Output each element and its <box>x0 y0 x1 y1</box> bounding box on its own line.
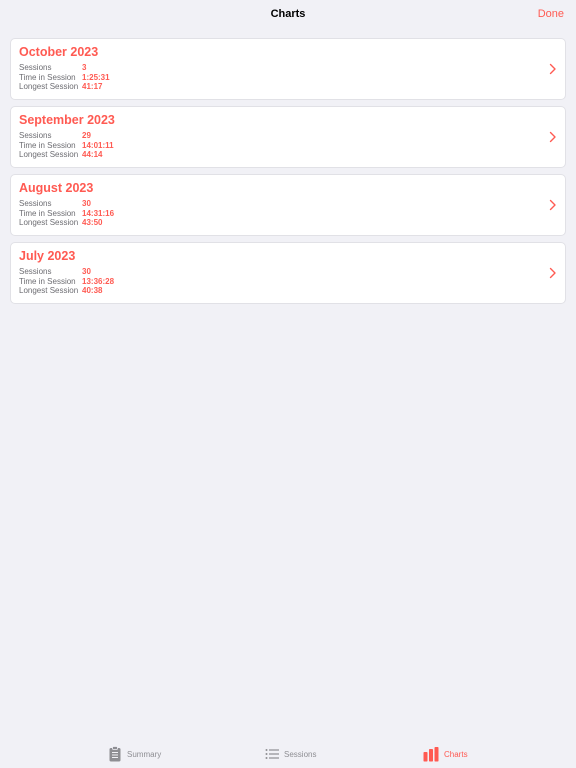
chevron-right-icon <box>549 63 556 75</box>
stat-label: Time in Session <box>19 72 76 82</box>
stat-row-time-in-session: Time in Session 14:31:16 <box>19 209 114 219</box>
stat-value: 43:50 <box>82 218 103 228</box>
stat-row-time-in-session: Time in Session 14:01:11 <box>19 141 114 151</box>
tab-label: Summary <box>127 749 162 759</box>
bar-chart-icon <box>423 747 439 762</box>
tab-label: Sessions <box>284 749 317 759</box>
stat-label: Sessions <box>19 267 52 276</box>
stat-row-sessions: Sessions 29 <box>19 131 114 141</box>
stat-value: 14:31:16 <box>82 208 115 218</box>
stat-row-sessions: Sessions 3 <box>19 63 110 73</box>
stat-label: Sessions <box>19 63 52 72</box>
month-stats: Sessions 3 Time in Session 1:25:31 Longe… <box>19 63 110 92</box>
stat-label: Time in Session <box>19 140 76 150</box>
month-title: September 2023 <box>19 113 115 127</box>
stat-value: 40:38 <box>82 286 103 296</box>
stat-row-sessions: Sessions 30 <box>19 267 114 277</box>
stat-row-sessions: Sessions 30 <box>19 199 114 209</box>
stat-row-longest-session: Longest Session 40:38 <box>19 286 114 296</box>
chevron-right-icon <box>549 267 556 279</box>
done-button[interactable]: Done <box>538 8 564 20</box>
month-card-october-2023[interactable]: October 2023 Sessions 3 Time in Session … <box>10 38 566 100</box>
month-title: July 2023 <box>19 249 76 263</box>
stat-row-longest-session: Longest Session 44:14 <box>19 150 114 160</box>
stat-value: 14:01:11 <box>82 140 114 150</box>
stat-row-time-in-session: Time in Session 13:36:28 <box>19 277 114 287</box>
month-title: August 2023 <box>19 181 94 195</box>
tab-bar: Summary Sessions Charts <box>0 738 576 768</box>
month-stats: Sessions 30 Time in Session 13:36:28 Lon… <box>19 267 114 296</box>
stat-row-longest-session: Longest Session 43:50 <box>19 218 114 228</box>
charts-screen: Charts Done October 2023 Sessions 3 Time… <box>0 0 576 768</box>
stat-label: Time in Session <box>19 208 76 218</box>
tab-label: Charts <box>444 749 468 759</box>
tab-summary[interactable]: Summary <box>108 746 161 762</box>
stat-row-time-in-session: Time in Session 1:25:31 <box>19 73 110 83</box>
stat-label: Longest Session <box>19 286 79 296</box>
month-stats: Sessions 29 Time in Session 14:01:11 Lon… <box>19 131 114 160</box>
chevron-right-icon <box>549 199 556 211</box>
clipboard-icon <box>109 746 121 762</box>
month-card-july-2023[interactable]: July 2023 Sessions 30 Time in Session 13… <box>10 242 566 304</box>
stat-value: 3 <box>82 63 87 72</box>
navigation-bar: Charts Done <box>0 0 576 30</box>
stat-value: 13:36:28 <box>82 276 115 286</box>
stat-value: 44:14 <box>82 150 103 160</box>
stat-value: 41:17 <box>82 82 103 92</box>
stat-label: Time in Session <box>19 276 76 286</box>
stat-label: Longest Session <box>19 150 79 160</box>
month-stats: Sessions 30 Time in Session 14:31:16 Lon… <box>19 199 114 228</box>
tab-sessions[interactable]: Sessions <box>265 746 316 762</box>
month-card-september-2023[interactable]: September 2023 Sessions 29 Time in Sessi… <box>10 106 566 168</box>
stat-value: 29 <box>82 131 91 140</box>
list-icon <box>265 749 279 759</box>
stat-label: Longest Session <box>19 218 79 228</box>
month-card-august-2023[interactable]: August 2023 Sessions 30 Time in Session … <box>10 174 566 236</box>
month-title: October 2023 <box>19 45 99 59</box>
stat-label: Sessions <box>19 131 52 140</box>
stat-row-longest-session: Longest Session 41:17 <box>19 82 110 92</box>
tab-charts[interactable]: Charts <box>423 746 468 762</box>
stat-value: 30 <box>82 199 91 208</box>
chevron-right-icon <box>549 131 556 143</box>
month-list: October 2023 Sessions 3 Time in Session … <box>10 38 566 310</box>
stat-value: 30 <box>82 267 91 276</box>
stat-value: 1:25:31 <box>82 72 110 82</box>
page-title: Charts <box>270 8 306 20</box>
stat-label: Longest Session <box>19 82 79 92</box>
stat-label: Sessions <box>19 199 52 208</box>
